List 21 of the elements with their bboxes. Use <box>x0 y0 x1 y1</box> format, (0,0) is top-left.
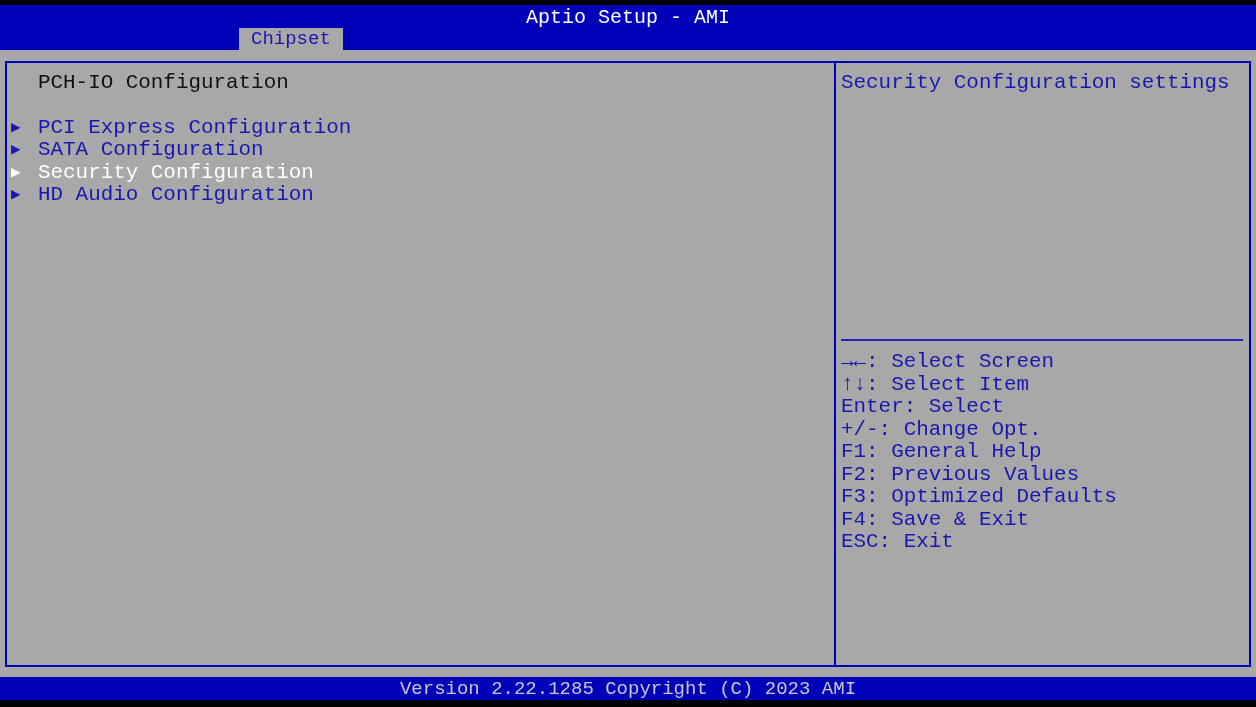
key-hint: F3: Optimized Defaults <box>841 486 1118 509</box>
menu-item[interactable]: HD Audio Configuration <box>38 184 314 207</box>
key-hint: Enter: Select <box>841 396 1005 419</box>
key-hint: ESC: Exit <box>841 531 955 554</box>
menu-item[interactable]: PCI Express Configuration <box>38 116 352 139</box>
key-hint: F4: Save & Exit <box>841 508 1031 531</box>
submenu-arrow-icon: ▶ <box>11 116 38 139</box>
menu-item[interactable]: SATA Configuration <box>38 139 264 162</box>
window-title: Aptio Setup - AMI <box>525 6 730 30</box>
version-text: Version 2.22.1285 Copyright (C) 2023 AMI <box>399 677 857 700</box>
help-description: Security Configuration settings <box>841 72 1231 96</box>
key-hint: ↑↓: Select Item <box>841 373 1031 396</box>
tab[interactable]: Chipset <box>239 28 343 50</box>
submenu-arrow-icon: ▶ <box>11 161 38 184</box>
submenu-arrow-icon: ▶ <box>11 184 38 207</box>
key-hint: →←: Select Screen <box>841 351 1056 374</box>
submenu-arrow-icon: ▶ <box>11 139 38 162</box>
key-hint: F2: Previous Values <box>841 463 1081 486</box>
key-hint: +/-: Change Opt. <box>841 418 1043 441</box>
key-hint: F1: General Help <box>841 441 1043 464</box>
section-heading: PCH-IO Configuration <box>38 72 290 95</box>
